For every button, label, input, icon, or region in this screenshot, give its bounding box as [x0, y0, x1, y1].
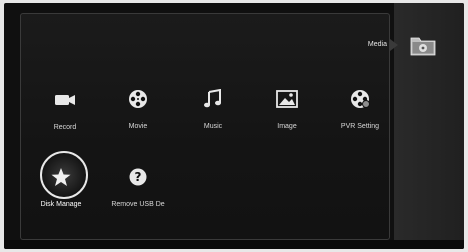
menu-item-label: Record [53, 124, 77, 131]
camera-icon [55, 95, 75, 105]
section-title: Media [367, 41, 387, 48]
film-reel-gear-icon [351, 90, 370, 108]
folder-icon[interactable] [410, 34, 436, 56]
menu-item-pvr-setting[interactable]: PVR Setting [329, 89, 391, 130]
question-icon: ? [129, 168, 147, 186]
section-pointer-icon [390, 39, 398, 51]
svg-text:?: ? [135, 170, 142, 184]
menu-item-label: Remove USB De [111, 201, 165, 208]
menu-item-remove-usb[interactable]: ? Remove USB De [107, 167, 169, 208]
menu-item-label: Movie [128, 123, 148, 130]
menu-item-label: Music [203, 123, 223, 130]
menu-item-record[interactable]: Record [34, 90, 96, 131]
menu-item-movie[interactable]: Movie [107, 89, 169, 130]
tv-screen: Media Record Movie Music Image PVR Setti… [4, 3, 464, 249]
menu-item-label: Disk Manage [40, 201, 82, 208]
bottom-bar [4, 240, 464, 249]
picture-icon [276, 90, 298, 108]
menu-item-label: PVR Setting [340, 123, 380, 130]
menu-item-image[interactable]: Image [256, 89, 318, 130]
menu-item-disk-manage[interactable]: Disk Manage [30, 151, 92, 208]
star-icon [51, 168, 71, 186]
menu-item-label: Image [277, 123, 297, 130]
music-note-icon [204, 89, 221, 108]
film-reel-icon [129, 90, 147, 108]
menu-item-music[interactable]: Music [182, 89, 244, 130]
